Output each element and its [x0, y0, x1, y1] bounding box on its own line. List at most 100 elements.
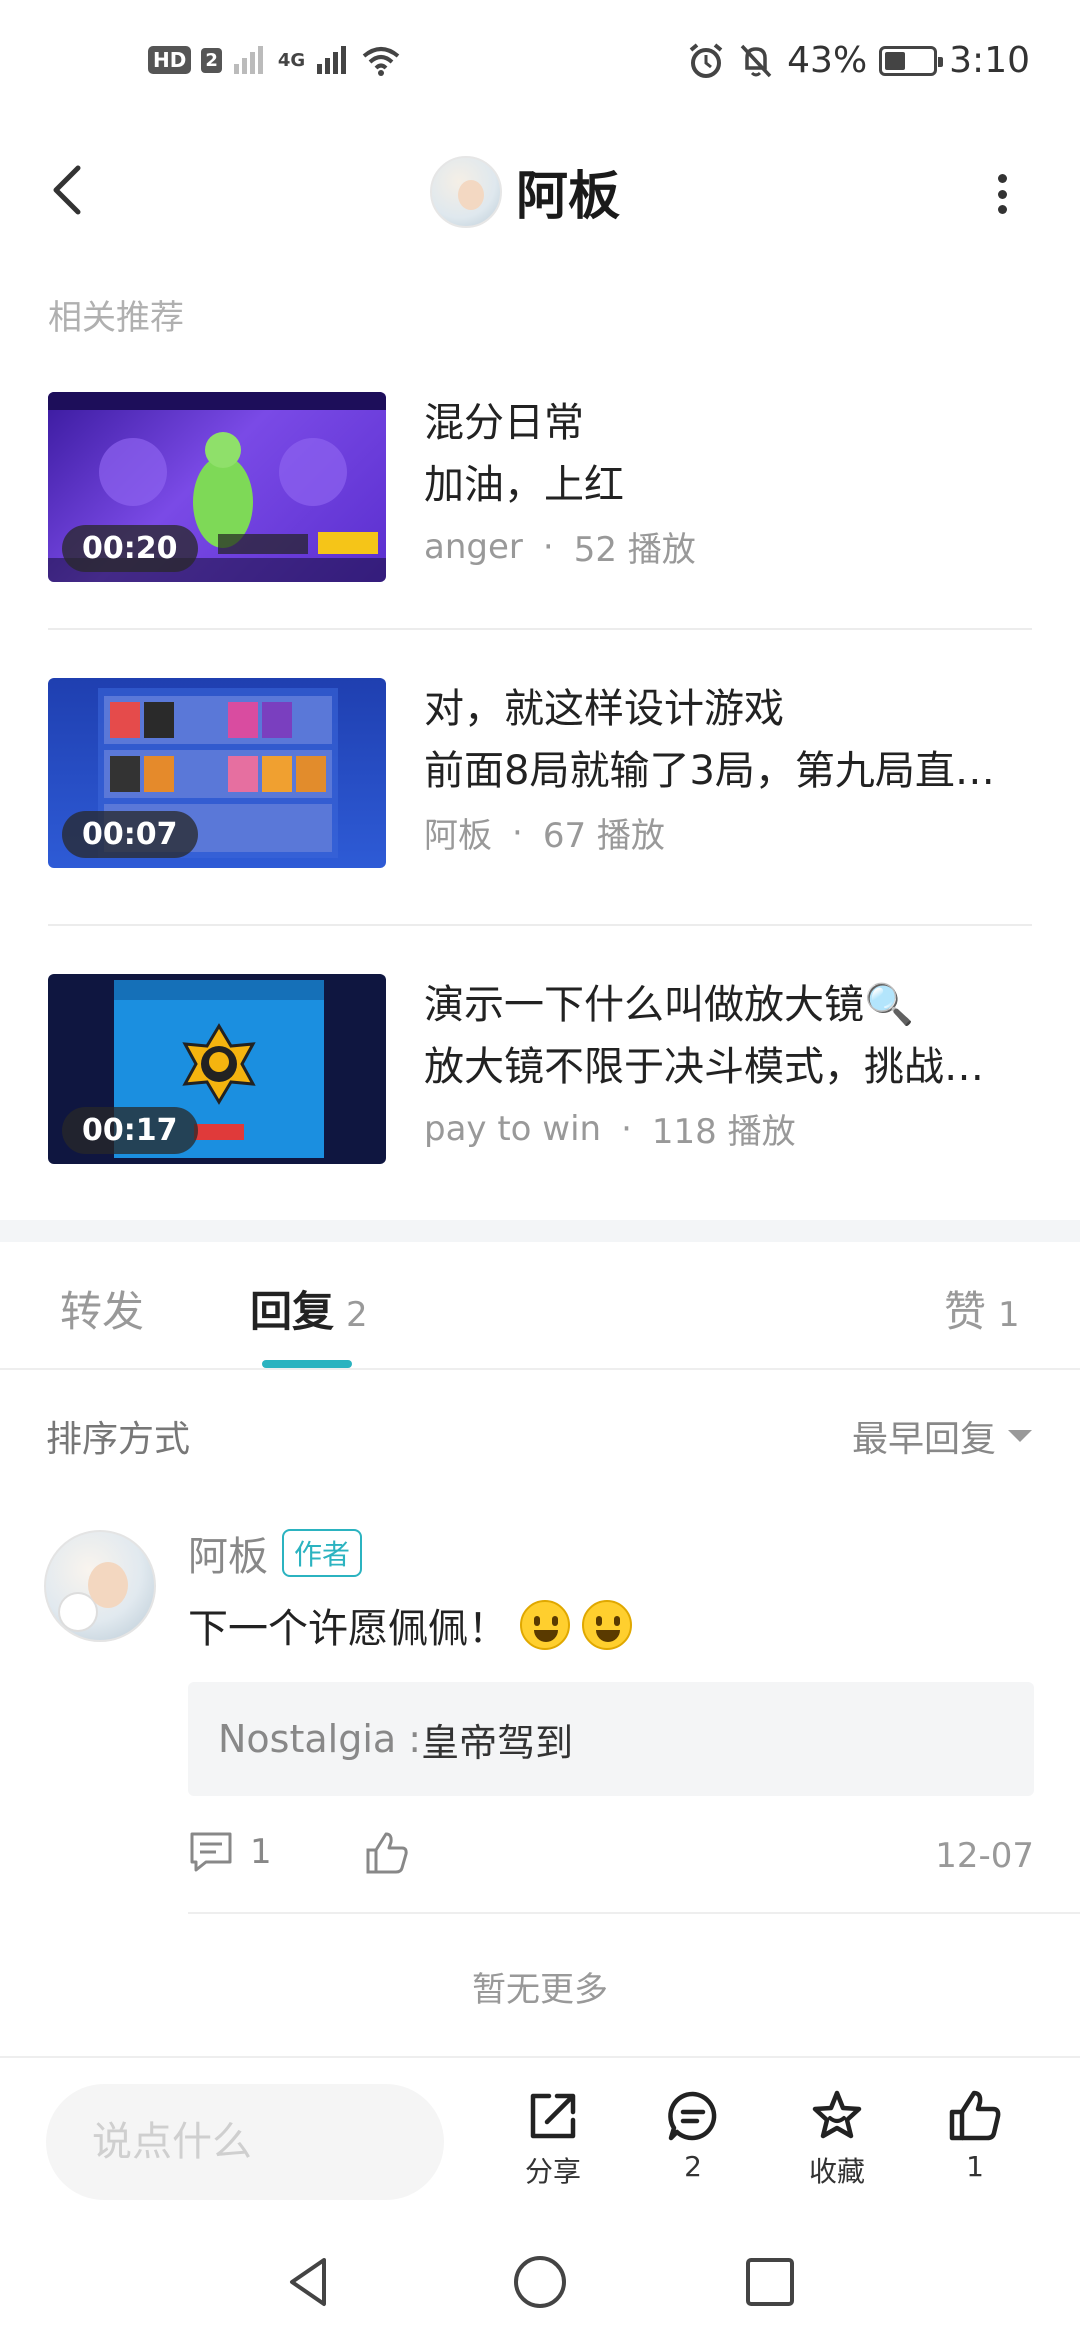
avatar[interactable]	[44, 1530, 156, 1642]
comment-reply-button[interactable]: 1	[188, 1830, 272, 1874]
related-subtitle: 加油，上红	[424, 462, 624, 508]
tab-label: 回复	[250, 1287, 335, 1336]
comment-bubble-icon	[668, 2091, 717, 2141]
no-more-text: 暂无更多	[472, 1970, 608, 2010]
hd-badge: HD	[148, 46, 192, 74]
related-author: anger	[424, 526, 523, 567]
nav-home-button[interactable]	[510, 2252, 570, 2312]
related-item[interactable]: 00:17 演示一下什么叫做放大镜🔍 放大镜不限于决斗模式，挑战… pay to…	[48, 974, 1032, 1174]
divider	[188, 1912, 1080, 1914]
caret-down-icon	[1008, 1430, 1032, 1442]
video-duration: 00:07	[62, 811, 198, 858]
wifi-icon	[362, 47, 400, 76]
author-badge: 作者	[282, 1529, 363, 1577]
header: 阿板	[0, 140, 1080, 240]
page-title: 阿板	[516, 167, 621, 227]
battery-percent: 43%	[787, 40, 868, 81]
more-icon	[997, 174, 1007, 183]
grinning-emoji-icon	[582, 1600, 632, 1650]
reply-preview-text: 皇帝驾到	[421, 1720, 574, 1765]
reply-preview[interactable]: Nostalgia : 皇帝驾到	[188, 1682, 1034, 1796]
bottom-action-bar: 分享 2 收藏 1	[0, 2056, 1080, 2220]
related-plays: 52 播放	[573, 530, 696, 570]
favorite-button[interactable]: 收藏	[782, 2088, 892, 2190]
grinning-emoji-icon	[520, 1600, 570, 1650]
nav-back-button[interactable]	[280, 2252, 340, 2312]
mute-icon	[740, 44, 772, 77]
related-text: 演示一下什么叫做放大镜🔍 放大镜不限于决斗模式，挑战… pay to win ·…	[424, 974, 1032, 1153]
active-tab-indicator	[262, 1360, 352, 1368]
back-button[interactable]	[40, 160, 100, 220]
meta-separator: ·	[542, 526, 554, 567]
meta-separator: ·	[512, 812, 523, 853]
back-icon	[53, 165, 81, 215]
related-meta: pay to win · 118 播放	[424, 1104, 1032, 1153]
like-button[interactable]: 1	[920, 2088, 1030, 2183]
related-meta: anger · 52 播放	[424, 522, 1032, 571]
system-nav-bar	[0, 2222, 1080, 2340]
section-separator	[0, 1220, 1080, 1242]
related-title: 混分日常	[424, 400, 584, 446]
related-title: 演示一下什么叫做放大镜🔍	[424, 982, 914, 1028]
avatar[interactable]	[430, 155, 502, 228]
comment-author-row: 阿板 作者	[188, 1524, 363, 1582]
status-bar: HD 2 4G 43% 3:10	[0, 0, 1080, 135]
thumbs-up-icon	[949, 2090, 1001, 2141]
meta-separator: ·	[621, 1108, 632, 1149]
star-icon	[812, 2090, 862, 2139]
share-button[interactable]: 分享	[498, 2088, 608, 2190]
sim-badge: 2	[201, 47, 222, 73]
related-plays: 67 播放	[542, 816, 665, 856]
thumbs-up-icon	[366, 1832, 408, 1874]
sort-label: 排序方式	[46, 1419, 191, 1460]
tab-reply[interactable]: 回复 2	[250, 1278, 368, 1339]
video-duration: 00:17	[62, 1107, 198, 1154]
tab-label: 转发	[60, 1287, 145, 1336]
tab-label: 赞	[944, 1287, 987, 1336]
comment-like-button[interactable]	[364, 1830, 410, 1880]
video-thumbnail[interactable]: 00:17	[48, 974, 386, 1164]
comment-actions: 1 12-07	[188, 1830, 1034, 1886]
sort-selected: 最早回复	[851, 1419, 996, 1460]
divider	[48, 628, 1032, 630]
battery-icon	[879, 45, 944, 76]
divider	[48, 924, 1032, 926]
tab-count: 2	[346, 1295, 368, 1335]
battery-fill	[885, 51, 905, 70]
comment-count: 2	[684, 2150, 702, 2183]
video-thumbnail[interactable]: 00:07	[48, 678, 386, 868]
comment-button[interactable]: 2	[638, 2088, 748, 2183]
related-item[interactable]: 00:20 混分日常 加油，上红 anger · 52 播放	[48, 392, 1032, 592]
sort-dropdown[interactable]: 最早回复	[852, 1410, 1032, 1462]
square-recents-icon	[746, 2258, 794, 2306]
tab-bar: 转发 回复 2 赞 1	[0, 1250, 1080, 1370]
triangle-back-icon	[290, 2258, 326, 2306]
video-thumbnail[interactable]: 00:20	[48, 392, 386, 582]
title-wrap[interactable]: 阿板	[430, 154, 620, 229]
comment-icon	[190, 1832, 232, 1872]
tab-like[interactable]: 赞 1	[944, 1278, 1020, 1339]
related-author: 阿板	[424, 816, 492, 856]
related-text: 混分日常 加油，上红 anger · 52 播放	[424, 392, 1032, 571]
related-author: pay to win	[424, 1108, 602, 1149]
related-subtitle: 前面8局就输了3局，第九局直…	[424, 748, 995, 794]
favorite-label: 收藏	[808, 2155, 865, 2188]
network-label: 4G	[277, 49, 306, 71]
share-label: 分享	[524, 2155, 581, 2188]
related-item[interactable]: 00:07 对，就这样设计游戏 前面8局就输了3局，第九局直… 阿板 · 67 …	[48, 678, 1032, 878]
reply-preview-user: Nostalgia :	[218, 1717, 422, 1761]
alarm-icon	[689, 42, 723, 78]
related-title: 对，就这样设计游戏	[424, 686, 784, 732]
tab-count: 1	[998, 1295, 1020, 1335]
comment-date: 12-07	[935, 1836, 1034, 1876]
share-icon	[530, 2093, 576, 2139]
status-right: 43% 3:10	[687, 40, 1030, 81]
signal-icon	[233, 46, 263, 74]
video-duration: 00:20	[62, 525, 198, 572]
more-button[interactable]	[994, 174, 1010, 214]
tab-forward[interactable]: 转发	[60, 1278, 144, 1339]
comment-input[interactable]	[46, 2084, 444, 2200]
status-left: HD 2 4G	[148, 44, 401, 76]
nav-recents-button[interactable]	[740, 2252, 800, 2312]
comment-author[interactable]: 阿板	[188, 1524, 268, 1582]
